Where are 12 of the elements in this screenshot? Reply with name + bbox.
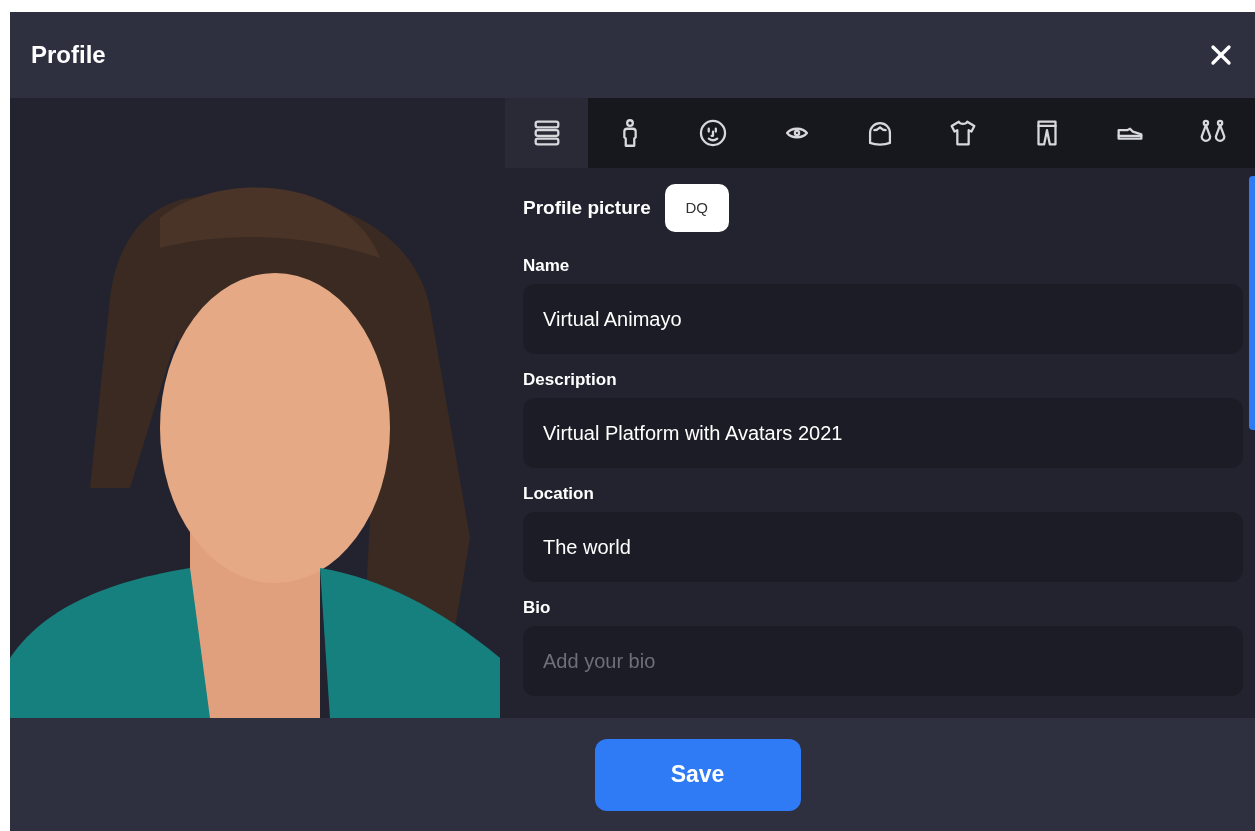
save-button[interactable]: Save (594, 738, 801, 811)
field-label: Profile picture (523, 195, 651, 220)
field-label: Description (523, 369, 618, 392)
text-field[interactable]: The world (523, 512, 1243, 582)
text-field[interactable]: Virtual Animayo (523, 284, 1243, 354)
text-field[interactable]: Virtual Platform with Avatars 2021 (523, 398, 1243, 468)
field-label: Location (523, 483, 595, 506)
field-label: Bio (523, 597, 552, 620)
field-label: Name (523, 255, 571, 278)
text-field[interactable]: Add your bio (523, 626, 1243, 696)
profile-picture-button[interactable]: DQ (664, 184, 729, 232)
window-title: Profile (31, 40, 106, 70)
